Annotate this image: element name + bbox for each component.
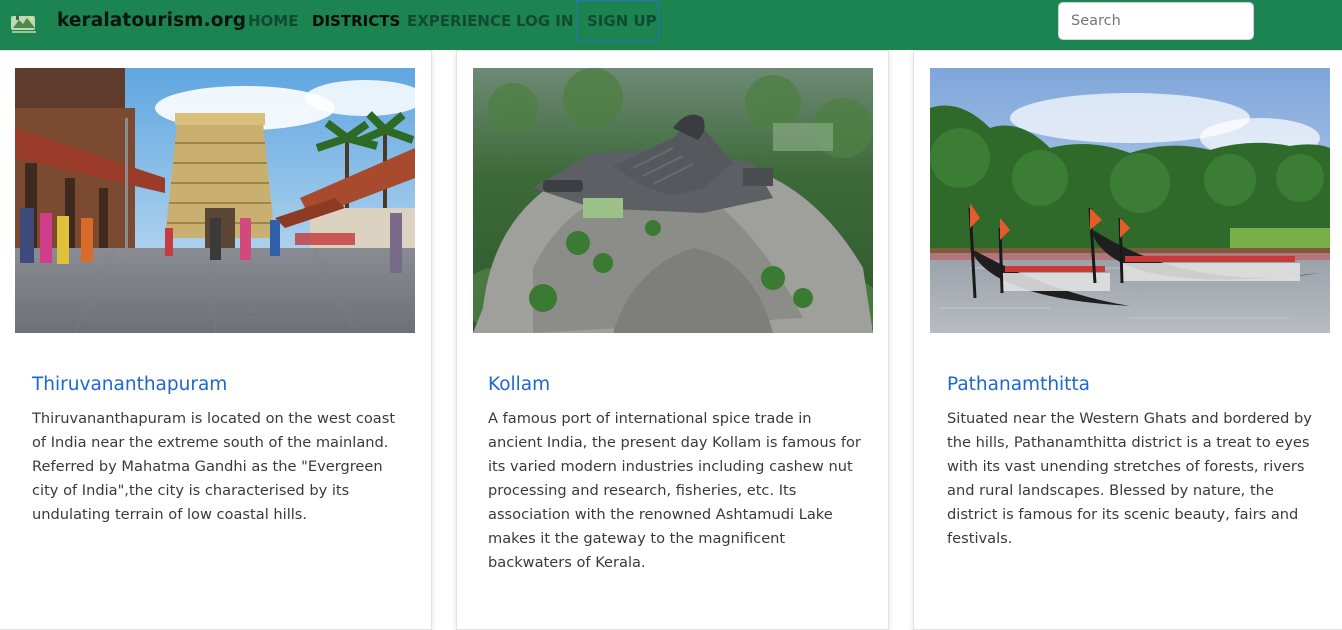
district-card-thiruvananthapuram: Thiruvananthapuram Thiruvananthapuram is… — [0, 50, 432, 630]
site-logo-icon[interactable] — [9, 10, 41, 38]
card-image — [473, 68, 873, 333]
brand-link[interactable]: keralatourism.org — [57, 10, 246, 31]
top-navbar: keralatourism.org HOME DISTRICTS EXPERIE… — [0, 0, 1342, 50]
nav-experience[interactable]: EXPERIENCE — [407, 12, 511, 30]
nav-login[interactable]: LOG IN — [516, 12, 573, 30]
card-description: Thiruvananthapuram is located on the wes… — [32, 410, 396, 523]
card-image — [930, 68, 1330, 333]
card-description: A famous port of international spice tra… — [488, 410, 861, 571]
signup-button[interactable]: SIGN UP — [576, 0, 659, 42]
card-title[interactable]: Pathanamthitta — [947, 374, 1090, 395]
eagle-rock-aerial-photo — [473, 68, 873, 333]
card-description: Situated near the Western Ghats and bord… — [947, 410, 1312, 547]
search-input[interactable] — [1058, 2, 1254, 40]
temple-street-photo — [15, 68, 415, 333]
nav-home[interactable]: HOME — [248, 12, 298, 30]
district-card-pathanamthitta: Pathanamthitta Situated near the Western… — [913, 50, 1342, 630]
card-image — [15, 68, 415, 333]
snake-boat-race-photo — [930, 68, 1330, 333]
district-card-kollam: Kollam A famous port of international sp… — [456, 50, 889, 630]
card-title[interactable]: Kollam — [488, 374, 550, 395]
signup-label: SIGN UP — [587, 12, 657, 30]
card-title[interactable]: Thiruvananthapuram — [32, 374, 227, 395]
nav-districts[interactable]: DISTRICTS — [312, 12, 400, 30]
